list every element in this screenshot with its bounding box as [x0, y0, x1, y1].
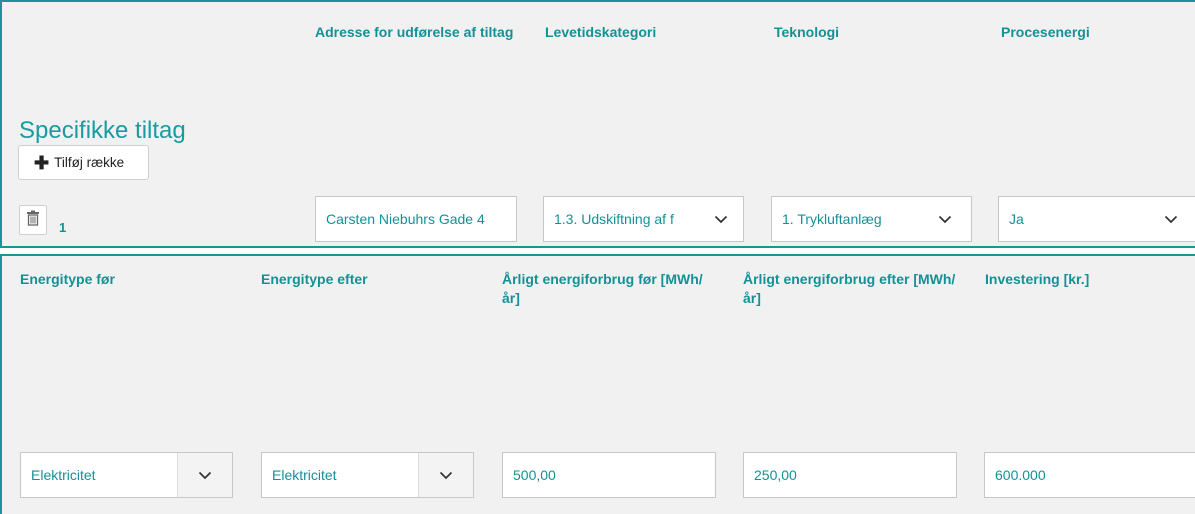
section-title: Specifikke tiltag [19, 117, 186, 144]
technology-select[interactable]: 1. Trykluftanlæg [771, 196, 972, 242]
process-energy-value: Ja [1009, 211, 1024, 227]
add-row-button[interactable]: ✚ Tilføj række [18, 145, 149, 180]
chevron-down-icon [699, 197, 743, 241]
lifetime-category-value: 1.3. Udskiftning af f [554, 211, 674, 227]
energy-after-value: Elektricitet [272, 467, 337, 483]
investment-value: 600.000 [995, 467, 1046, 483]
header-usage-after: Årligt energiforbrug efter [MWh/år] [743, 271, 956, 306]
add-row-label: Tilføj række [54, 155, 125, 170]
energy-panel: Energitype før Energitype efter Årligt e… [0, 254, 1195, 514]
process-energy-select[interactable]: Ja [998, 196, 1195, 242]
plus-icon: ✚ [34, 152, 50, 173]
usage-before-value: 500,00 [513, 467, 556, 483]
chevron-down-icon [418, 453, 473, 497]
energy-before-select[interactable]: Elektricitet [20, 452, 233, 498]
usage-before-input[interactable]: 500,00 [502, 452, 716, 498]
header-address: Adresse for udførelse af tiltag [315, 24, 514, 40]
address-value: Carsten Niebuhrs Gade 4 [326, 211, 485, 227]
header-process-energy: Procesenergi [1001, 24, 1090, 40]
header-usage-before: Årligt energiforbrug før [MWh/år] [502, 271, 703, 306]
header-investment: Investering [kr.] [985, 271, 1090, 287]
address-input[interactable]: Carsten Niebuhrs Gade 4 [315, 196, 517, 242]
row-number: 1 [59, 220, 67, 235]
header-energy-after: Energitype efter [261, 271, 368, 287]
header-lifetime-category: Levetidskategori [545, 24, 657, 40]
measure-panel: Adresse for udførelse af tiltag Levetids… [0, 0, 1195, 248]
chevron-down-icon [177, 453, 232, 497]
lifetime-category-select[interactable]: 1.3. Udskiftning af f [543, 196, 744, 242]
energy-before-value: Elektricitet [31, 467, 96, 483]
header-energy-before: Energitype før [20, 271, 115, 287]
technology-value: 1. Trykluftanlæg [782, 211, 882, 227]
investment-input[interactable]: 600.000 [984, 452, 1195, 498]
delete-row-button[interactable] [19, 205, 47, 235]
chevron-down-icon [1146, 197, 1195, 241]
usage-after-value: 250,00 [754, 467, 797, 483]
trash-icon [26, 210, 40, 231]
usage-after-input[interactable]: 250,00 [743, 452, 957, 498]
energy-after-select[interactable]: Elektricitet [261, 452, 474, 498]
chevron-down-icon [919, 197, 971, 241]
header-technology: Teknologi [774, 24, 840, 40]
